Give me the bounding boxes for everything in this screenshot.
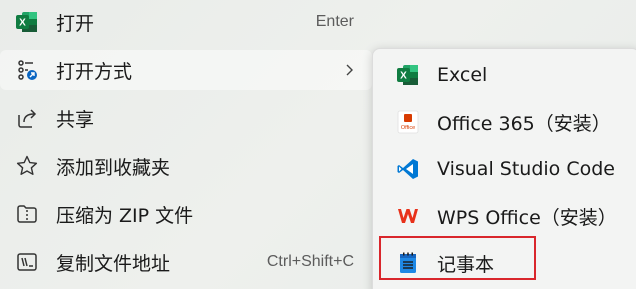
shortcut-text: Enter	[315, 13, 354, 30]
menu-item-label: 添加到收藏夹	[56, 156, 171, 179]
submenu-item-office-365[interactable]: Office Office 365（安装）	[379, 100, 636, 144]
zip-icon	[14, 201, 40, 227]
wps-icon	[395, 203, 421, 229]
office-icon: Office	[395, 109, 421, 135]
svg-text:X: X	[19, 18, 26, 29]
submenu-item-label: WPS Office（安装）	[437, 206, 617, 229]
open-with-submenu: X Excel Office Office 365（安装） Visual Stu…	[372, 48, 636, 289]
share-icon	[14, 105, 40, 131]
shortcut-text: Ctrl+Shift+C	[266, 253, 354, 270]
context-menu: X 打开 Enter 打开方式 共享 添加到收藏夹 压缩为 ZIP 文件 复制文…	[0, 0, 376, 289]
menu-item-label: 压缩为 ZIP 文件	[56, 204, 194, 227]
excel-icon: X	[14, 9, 40, 35]
menu-item-share[interactable]: 共享	[0, 98, 370, 138]
menu-item-label: 复制文件地址	[56, 252, 171, 275]
submenu-item-vscode[interactable]: Visual Studio Code	[379, 147, 636, 191]
copy-path-icon	[14, 249, 40, 275]
menu-item-compress-zip[interactable]: 压缩为 ZIP 文件	[0, 194, 370, 234]
excel-icon: X	[395, 62, 421, 88]
menu-item-open[interactable]: X 打开 Enter	[0, 2, 370, 42]
notepad-icon	[395, 250, 421, 276]
vscode-icon	[395, 156, 421, 182]
open-with-icon	[14, 57, 40, 83]
menu-item-add-favorites[interactable]: 添加到收藏夹	[0, 146, 370, 186]
submenu-item-excel[interactable]: X Excel	[379, 53, 636, 97]
submenu-item-label: 记事本	[437, 253, 495, 276]
menu-item-copy-path[interactable]: 复制文件地址 Ctrl+Shift+C	[0, 242, 370, 282]
menu-item-open-with[interactable]: 打开方式	[0, 50, 372, 90]
svg-text:X: X	[400, 71, 407, 82]
submenu-item-label: Excel	[437, 64, 488, 86]
svg-text:Office: Office	[401, 125, 415, 131]
submenu-item-wps-office[interactable]: WPS Office（安装）	[379, 194, 636, 238]
submenu-item-label: Office 365（安装）	[437, 112, 611, 135]
submenu-item-notepad[interactable]: 记事本	[379, 241, 636, 285]
submenu-item-label: Visual Studio Code	[437, 158, 615, 180]
chevron-right-icon	[342, 63, 356, 77]
star-icon	[14, 153, 40, 179]
menu-item-label: 打开方式	[56, 60, 133, 83]
menu-item-label: 打开	[56, 12, 95, 35]
menu-item-label: 共享	[56, 108, 95, 131]
